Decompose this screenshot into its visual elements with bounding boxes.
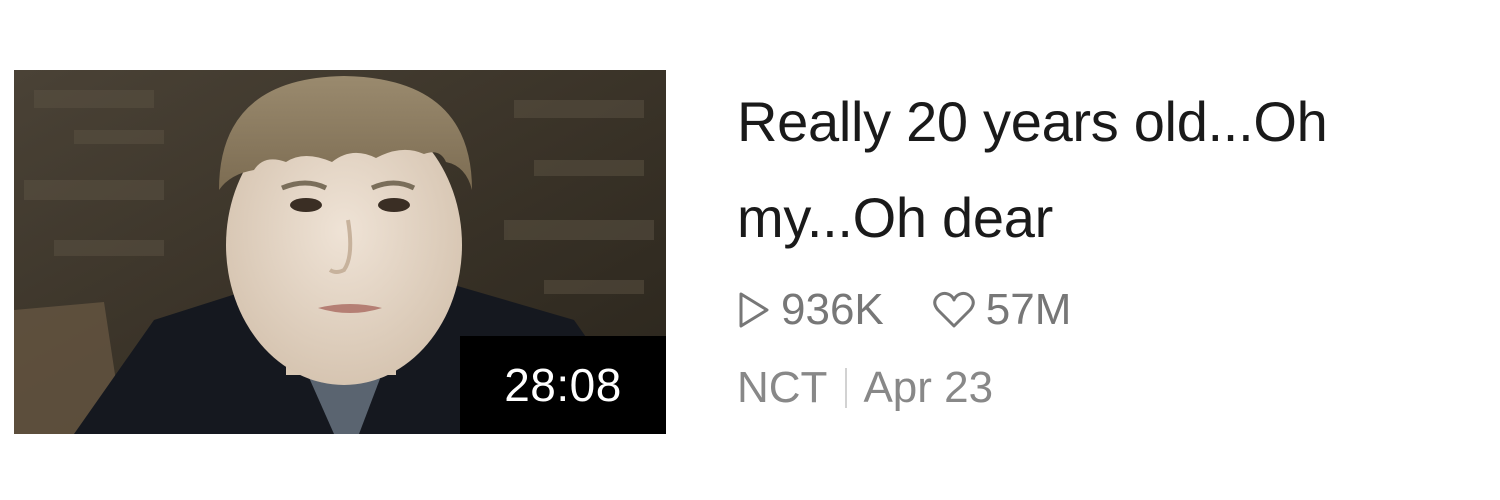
views-stat: 936K (737, 285, 884, 335)
channel-name[interactable]: NCT (737, 363, 827, 413)
views-count: 936K (781, 285, 884, 334)
heart-icon (933, 291, 975, 328)
play-icon (739, 292, 769, 328)
video-title[interactable]: Really 20 years old...Oh my...Oh dear (737, 74, 1487, 266)
video-thumbnail[interactable]: 28:08 (14, 70, 666, 434)
meta-divider (845, 368, 848, 408)
video-meta: NCT Apr 23 (737, 358, 993, 418)
upload-date: Apr 23 (863, 363, 994, 412)
likes-stat: 57M (932, 285, 1072, 335)
video-stats: 936K 57M (737, 280, 1071, 340)
duration-badge: 28:08 (460, 336, 666, 434)
video-card[interactable]: 28:08 Really 20 years old...Oh my...Oh d… (0, 0, 1500, 500)
likes-count: 57M (985, 285, 1072, 334)
